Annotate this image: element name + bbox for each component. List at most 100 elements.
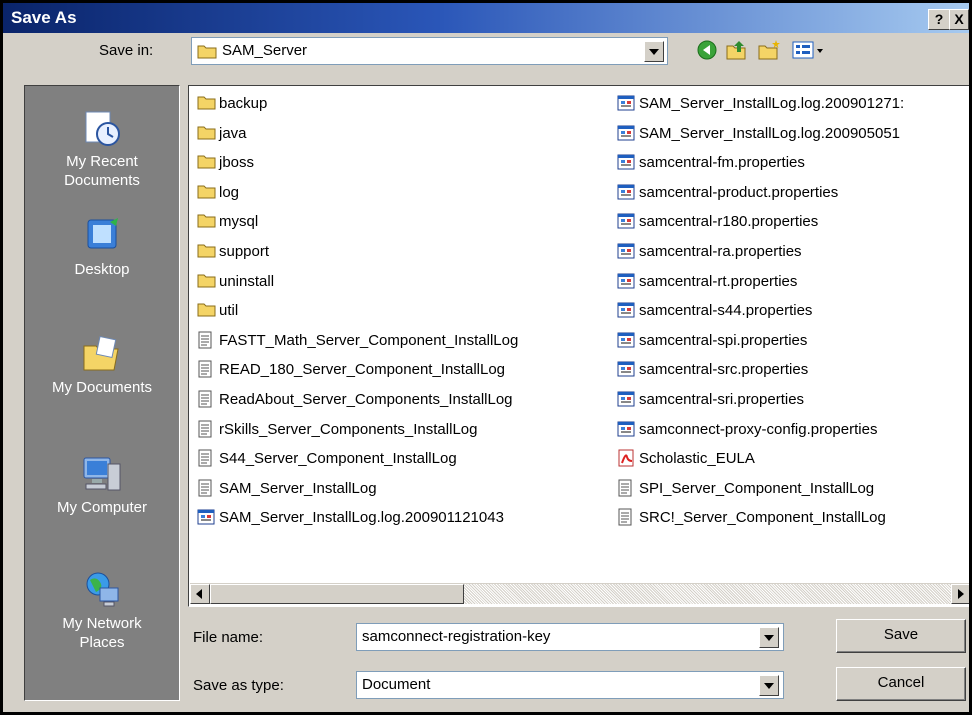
text-file-icon (197, 390, 213, 412)
folder-icon (197, 242, 216, 262)
text-file-icon (197, 360, 213, 382)
file-name: SAM_Server_InstallLog.log.200905051 (639, 124, 901, 142)
file-name: uninstall (219, 272, 275, 290)
views-menu-icon[interactable] (791, 39, 831, 61)
file-name: S44_Server_Component_InstallLog (219, 450, 457, 468)
chevron-down-icon[interactable] (759, 627, 779, 648)
file-name: samcentral-fm.properties (639, 154, 805, 172)
my-computer-icon (83, 457, 121, 491)
file-name: samcentral-s44.properties (639, 302, 813, 320)
file-name: samconnect-proxy-config.properties (639, 420, 878, 438)
file-name: jboss (219, 154, 255, 172)
folder-icon (197, 124, 216, 144)
config-file-icon (617, 360, 635, 382)
text-file-icon (197, 420, 213, 442)
save-in-dropdown[interactable]: SAM_Server (191, 37, 668, 65)
config-file-icon (617, 242, 635, 264)
places-bar: My Recent Documents Desktop My Documents (24, 85, 180, 701)
place-my-documents[interactable]: My Documents (25, 334, 179, 397)
file-name: FASTT_Math_Server_Component_InstallLog (219, 331, 519, 349)
file-name: SAM_Server_InstallLog (219, 479, 377, 497)
file-name: mysql (219, 213, 259, 231)
text-file-icon (617, 479, 633, 501)
text-file-icon (617, 508, 633, 530)
file-list[interactable]: backup java jboss log mysql support uninstall u… (188, 85, 969, 607)
file-name: samcentral-r180.properties (639, 213, 819, 231)
save-as-type-label: Save as type: (193, 677, 284, 694)
file-name: samcentral-product.properties (639, 183, 839, 201)
file-name: support (219, 242, 270, 260)
chevron-down-icon[interactable] (759, 675, 779, 696)
folder-icon (197, 45, 217, 59)
file-name: samcentral-spi.properties (639, 331, 808, 349)
file-name: SPI_Server_Component_InstallLog (639, 479, 875, 497)
file-name: SAM_Server_InstallLog.log.200901121043 (219, 509, 504, 527)
file-name: samcentral-ra.properties (639, 242, 802, 260)
file-name: SRC!_Server_Component_InstallLog (639, 509, 886, 527)
recent-documents-icon (85, 111, 120, 146)
pdf-file-icon (617, 449, 635, 471)
config-file-icon (617, 331, 635, 353)
scroll-right-button[interactable] (951, 584, 969, 604)
scroll-left-button[interactable] (190, 584, 210, 604)
config-file-icon (617, 272, 635, 294)
place-network-places[interactable]: My Network Places (25, 570, 179, 652)
scroll-thumb[interactable] (210, 584, 464, 604)
back-icon[interactable] (695, 39, 719, 61)
folder-icon (197, 94, 216, 114)
save-as-type-value: Document (362, 676, 431, 693)
folder-icon (197, 212, 216, 232)
chevron-down-icon[interactable] (644, 41, 664, 62)
place-label: Desktop (74, 261, 130, 278)
save-as-type-select[interactable]: Document (356, 671, 784, 699)
file-name: samcentral-src.properties (639, 361, 809, 379)
new-folder-icon[interactable] (757, 39, 781, 61)
place-label: My Recent Documents (64, 153, 140, 189)
config-file-icon (617, 153, 635, 175)
help-button[interactable]: ? (928, 9, 950, 30)
cancel-button[interactable]: Cancel (836, 667, 966, 701)
save-button[interactable]: Save (836, 619, 966, 653)
file-name: samcentral-sri.properties (639, 390, 805, 408)
config-file-icon (617, 212, 635, 234)
file-name: Scholastic_EULA (639, 450, 755, 468)
file-name: ReadAbout_Server_Components_InstallLog (219, 390, 513, 408)
file-name-label: File name: (193, 629, 264, 646)
dialog-title: Save As (11, 8, 77, 27)
config-file-icon (617, 124, 635, 146)
my-documents-icon (83, 335, 119, 371)
file-name: samcentral-rt.properties (639, 272, 798, 290)
folder-icon (197, 153, 216, 173)
config-file-icon (617, 390, 635, 412)
folder-icon (197, 272, 216, 292)
place-label: My Computer (56, 499, 148, 516)
file-name-input[interactable]: samconnect-registration-key (356, 623, 784, 651)
place-recent-documents[interactable]: My Recent Documents (25, 108, 179, 190)
save-as-dialog: Save As ? X Save in: SAM_Server My Recen… (0, 0, 972, 715)
up-folder-icon[interactable] (725, 39, 749, 61)
file-name: READ_180_Server_Component_InstallLog (219, 361, 506, 379)
text-file-icon (197, 479, 213, 501)
text-file-icon (197, 449, 213, 471)
place-desktop[interactable]: Desktop (25, 216, 179, 279)
config-file-icon (197, 508, 215, 530)
place-label: My Documents (51, 379, 153, 396)
config-file-icon (617, 183, 635, 205)
config-file-icon (617, 94, 635, 116)
save-in-label: Save in: (99, 42, 154, 59)
file-name: SAM_Server_InstallLog.log.200901271: (639, 95, 905, 112)
title-bar[interactable]: Save As ? X (3, 3, 969, 33)
folder-icon (197, 301, 216, 321)
file-name: rSkills_Server_Components_InstallLog (219, 420, 478, 438)
place-label: My Network Places (62, 615, 142, 651)
network-places-icon (86, 572, 119, 607)
desktop-icon (87, 218, 118, 249)
file-name: backup (219, 95, 268, 112)
file-name: log (219, 183, 240, 201)
place-my-computer[interactable]: My Computer (25, 454, 179, 517)
file-name-value: samconnect-registration-key (362, 628, 551, 645)
text-file-icon (197, 331, 213, 353)
close-button[interactable]: X (949, 9, 969, 30)
horizontal-scrollbar[interactable] (190, 583, 969, 604)
config-file-icon (617, 301, 635, 323)
